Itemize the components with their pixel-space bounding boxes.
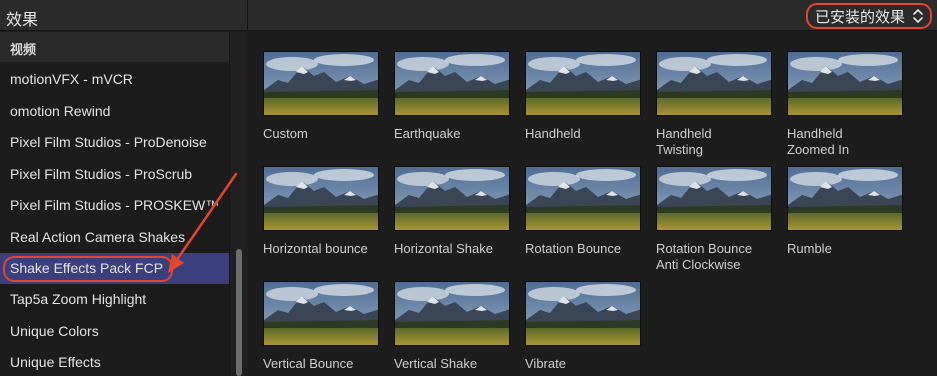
effect-thumbnail xyxy=(787,51,903,116)
effect-label: Vertical Shake xyxy=(394,356,478,371)
effect-tile-vertical-bounce[interactable]: Vertical Bounce xyxy=(263,281,381,376)
effect-label: Rotation Bounce Anti Clockwise xyxy=(656,241,753,272)
effect-tile-handheld[interactable]: Handheld xyxy=(525,51,643,151)
sidebar-item-omotion-rewind[interactable]: omotion Rewind xyxy=(0,96,229,127)
sidebar-item-label: Pixel Film Studios - ProScrub xyxy=(10,166,193,182)
category-header[interactable]: 视频 xyxy=(0,32,229,62)
effect-tile-handheld-zoomed-in[interactable]: Handheld Zoomed In xyxy=(787,51,905,157)
sidebar-item-motionvfx-mvcr[interactable]: motionVFX - mVCR xyxy=(0,64,229,95)
effect-tile-handheld-twisting[interactable]: Handheld Twisting xyxy=(656,51,774,157)
effect-label: Handheld Twisting xyxy=(656,126,712,157)
effect-thumbnail xyxy=(394,51,510,116)
effect-thumbnail xyxy=(525,166,641,231)
effect-thumbnail xyxy=(656,166,772,231)
sidebar-item-tap5a-zoom-highlight[interactable]: Tap5a Zoom Highlight xyxy=(0,284,229,315)
sidebar-item-label: Shake Effects Pack FCP xyxy=(10,260,164,276)
sidebar-scroll-thumb[interactable] xyxy=(236,249,242,376)
effect-label: Handheld Zoomed In xyxy=(787,126,850,157)
effects-browser-header: 效果 已安装的效果 xyxy=(0,0,937,31)
effect-tile-vibrate[interactable]: Vibrate xyxy=(525,281,643,376)
effect-label: Handheld xyxy=(525,126,581,141)
installed-effects-dropdown[interactable]: 已安装的效果 xyxy=(806,3,932,29)
sidebar-item-proscrub[interactable]: Pixel Film Studios - ProScrub xyxy=(0,159,229,190)
effect-tile-earthquake[interactable]: Earthquake xyxy=(394,51,512,151)
sidebar-scrollbar[interactable] xyxy=(229,32,247,376)
sidebar-item-label: Unique Effects xyxy=(10,354,101,370)
sidebar-item-unique-colors[interactable]: Unique Colors xyxy=(0,316,229,347)
sidebar-item-label: Pixel Film Studios - ProDenoise xyxy=(10,134,207,150)
effect-label: Earthquake xyxy=(394,126,461,141)
sidebar-item-unique-effects[interactable]: Unique Effects xyxy=(0,347,229,376)
sidebar-item-proskew[interactable]: Pixel Film Studios - PROSKEW™ xyxy=(0,190,229,221)
effect-label: Horizontal bounce xyxy=(263,241,368,256)
effect-tile-horizontal-shake[interactable]: Horizontal Shake xyxy=(394,166,512,266)
effect-label: Vertical Bounce xyxy=(263,356,354,371)
effects-sidebar: 视频 motionVFX - mVCR omotion Rewind Pixel… xyxy=(0,32,247,376)
header-divider xyxy=(247,0,248,31)
effect-thumbnail xyxy=(656,51,772,116)
effect-label: Rotation Bounce xyxy=(525,241,622,256)
effect-thumbnail xyxy=(525,51,641,116)
effect-label: Horizontal Shake xyxy=(394,241,493,256)
sidebar-item-label: motionVFX - mVCR xyxy=(10,71,133,87)
effect-tile-vertical-shake[interactable]: Vertical Shake xyxy=(394,281,512,376)
sidebar-item-prodenoise[interactable]: Pixel Film Studios - ProDenoise xyxy=(0,127,229,158)
sidebar-item-label: Pixel Film Studios - PROSKEW™ xyxy=(10,197,220,213)
effect-thumbnail xyxy=(394,166,510,231)
sidebar-item-real-action-camera-shakes[interactable]: Real Action Camera Shakes xyxy=(0,222,229,253)
effect-thumbnail xyxy=(394,281,510,346)
sidebar-item-label: Tap5a Zoom Highlight xyxy=(10,291,147,307)
panel-title: 效果 xyxy=(6,10,39,29)
effect-label: Rumble xyxy=(787,241,832,256)
effect-tile-custom[interactable]: Custom xyxy=(263,51,381,151)
sidebar-item-label: omotion Rewind xyxy=(10,103,111,119)
chevron-updown-icon xyxy=(913,9,923,23)
category-header-label: 视频 xyxy=(10,43,37,58)
sidebar-item-shake-effects-pack-fcp[interactable]: Shake Effects Pack FCP xyxy=(0,253,229,284)
sidebar-item-label: Unique Colors xyxy=(10,323,99,339)
effect-thumbnail xyxy=(263,166,379,231)
installed-effects-label: 已安装的效果 xyxy=(815,7,906,26)
effects-grid: Custom Earthquake Handheld Handheld Twis… xyxy=(248,32,937,376)
effect-thumbnail xyxy=(525,281,641,346)
sidebar-item-label: Real Action Camera Shakes xyxy=(10,229,186,245)
effect-thumbnail xyxy=(263,281,379,346)
effect-tile-rotation-bounce-anti-clockwise[interactable]: Rotation Bounce Anti Clockwise xyxy=(656,166,774,272)
effect-thumbnail xyxy=(787,166,903,231)
effect-thumbnail xyxy=(263,51,379,116)
effect-label: Custom xyxy=(263,126,308,141)
effect-tile-horizontal-bounce[interactable]: Horizontal bounce xyxy=(263,166,381,266)
effect-tile-rumble[interactable]: Rumble xyxy=(787,166,905,266)
effect-tile-rotation-bounce[interactable]: Rotation Bounce xyxy=(525,166,643,266)
effect-label: Vibrate xyxy=(525,356,566,371)
